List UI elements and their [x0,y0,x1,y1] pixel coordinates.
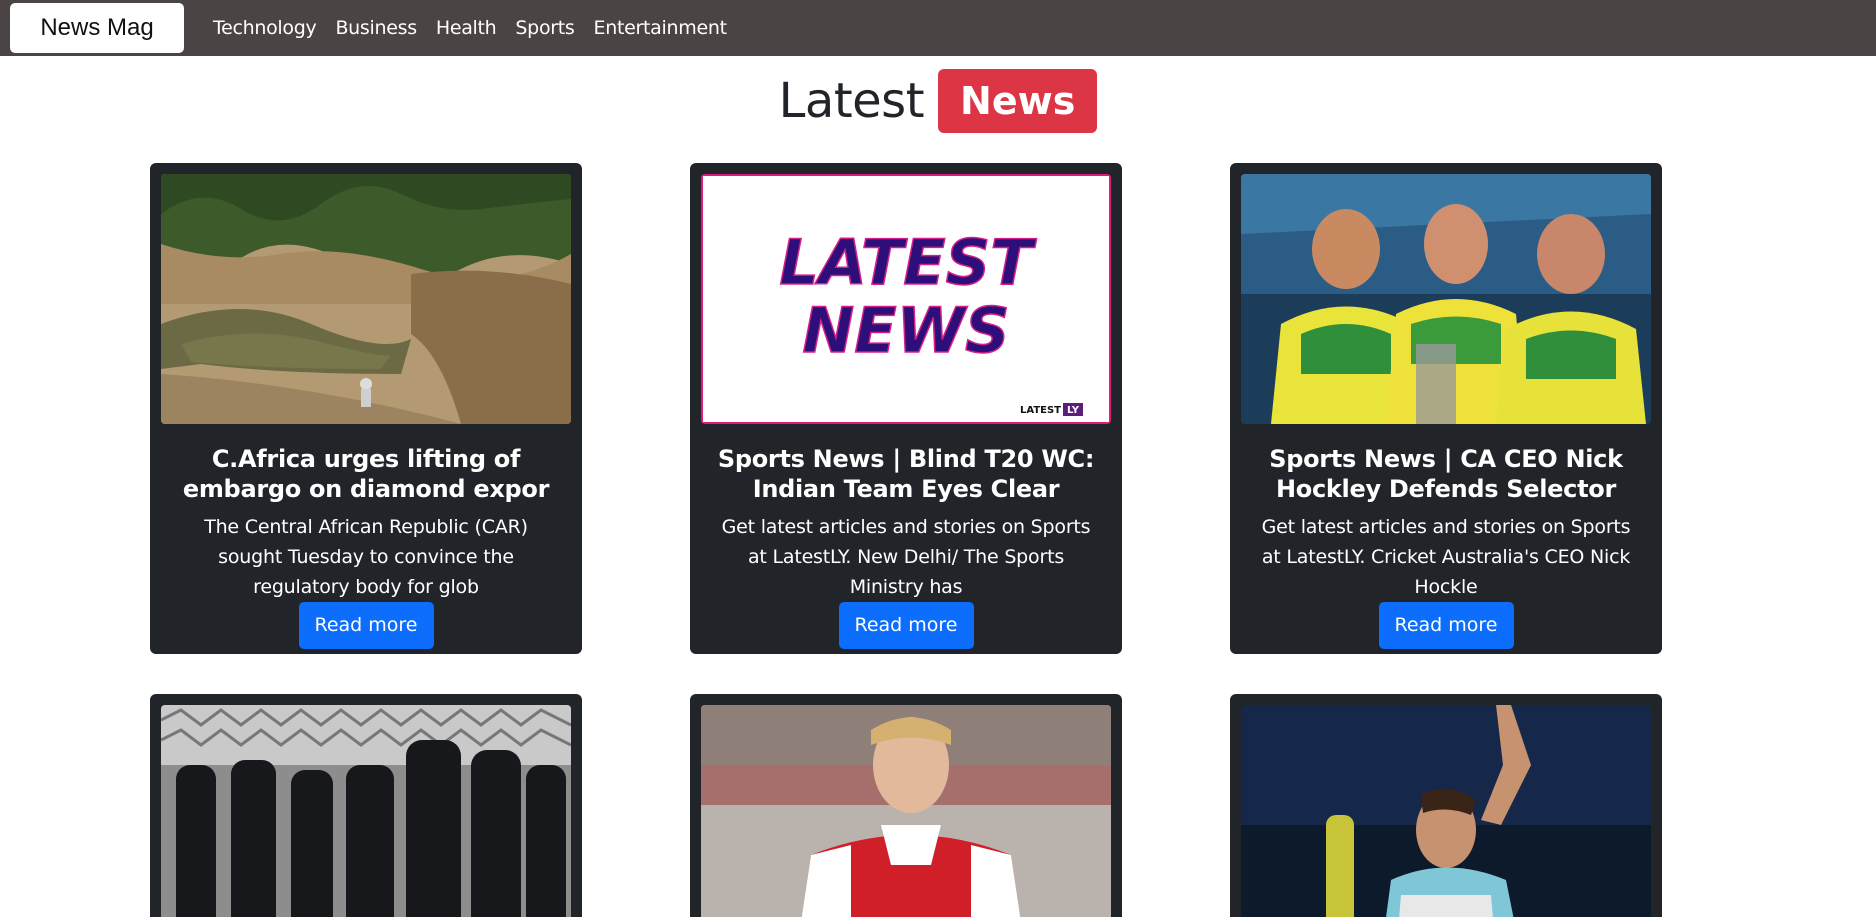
news-card [150,694,582,917]
diamond-mine-image [161,174,571,424]
card-title: Sports News | Blind T20 WC: Indian Team … [717,445,1095,503]
card-title: Sports News | CA CEO Nick Hockley Defend… [1269,445,1623,503]
nav-link-entertainment[interactable]: Entertainment [594,17,728,39]
read-more-button[interactable]: Read more [298,602,434,649]
tennis-player-image [1241,705,1651,917]
cricket-players-image [1241,174,1651,424]
nav-link-health[interactable]: Health [436,17,497,39]
nav-links: Technology Business Health Sports Entert… [213,0,746,56]
latestly-logo-badge: LY [1067,405,1080,416]
latest-news-image-line1: LATEST [779,226,1037,299]
news-card: C.Africa urges lifting of embargo on dia… [150,163,582,654]
news-card [690,694,1122,917]
news-card: LATEST NEWS LATEST LY Sports News | Blin… [690,163,1122,654]
nav-link-technology[interactable]: Technology [213,17,317,39]
read-more-button[interactable]: Read more [838,602,974,649]
navbar: News Mag Technology Business Health Spor… [0,0,1876,56]
nav-link-business[interactable]: Business [335,17,417,39]
card-body: Sports News | Blind T20 WC: Indian Team … [701,424,1111,649]
news-card [1230,694,1662,917]
police-officers-image [161,705,571,917]
news-card: Sports News | CA CEO Nick Hockley Defend… [1230,163,1662,654]
football-player-image [701,705,1111,917]
news-badge: News [938,69,1098,133]
latest-news-image-line2: NEWS [802,294,1009,367]
latest-news-image: LATEST NEWS LATEST LY [701,174,1111,424]
page-title: Latest [778,73,925,129]
card-text: Get latest articles and stories on Sport… [1261,516,1631,598]
card-title: C.Africa urges lifting of embargo on dia… [182,445,550,503]
latestly-logo-text: LATEST [1020,405,1061,416]
read-more-button[interactable]: Read more [1378,602,1514,649]
card-body: Sports News | CA CEO Nick Hockley Defend… [1241,424,1651,649]
card-text: Get latest articles and stories on Sport… [721,516,1091,598]
page-heading: Latest News [0,68,1876,134]
nav-link-sports[interactable]: Sports [515,17,574,39]
card-body: C.Africa urges lifting of embargo on dia… [161,424,571,649]
card-text: The Central African Republic (CAR) sough… [204,516,528,598]
brand-logo[interactable]: News Mag [10,3,184,53]
